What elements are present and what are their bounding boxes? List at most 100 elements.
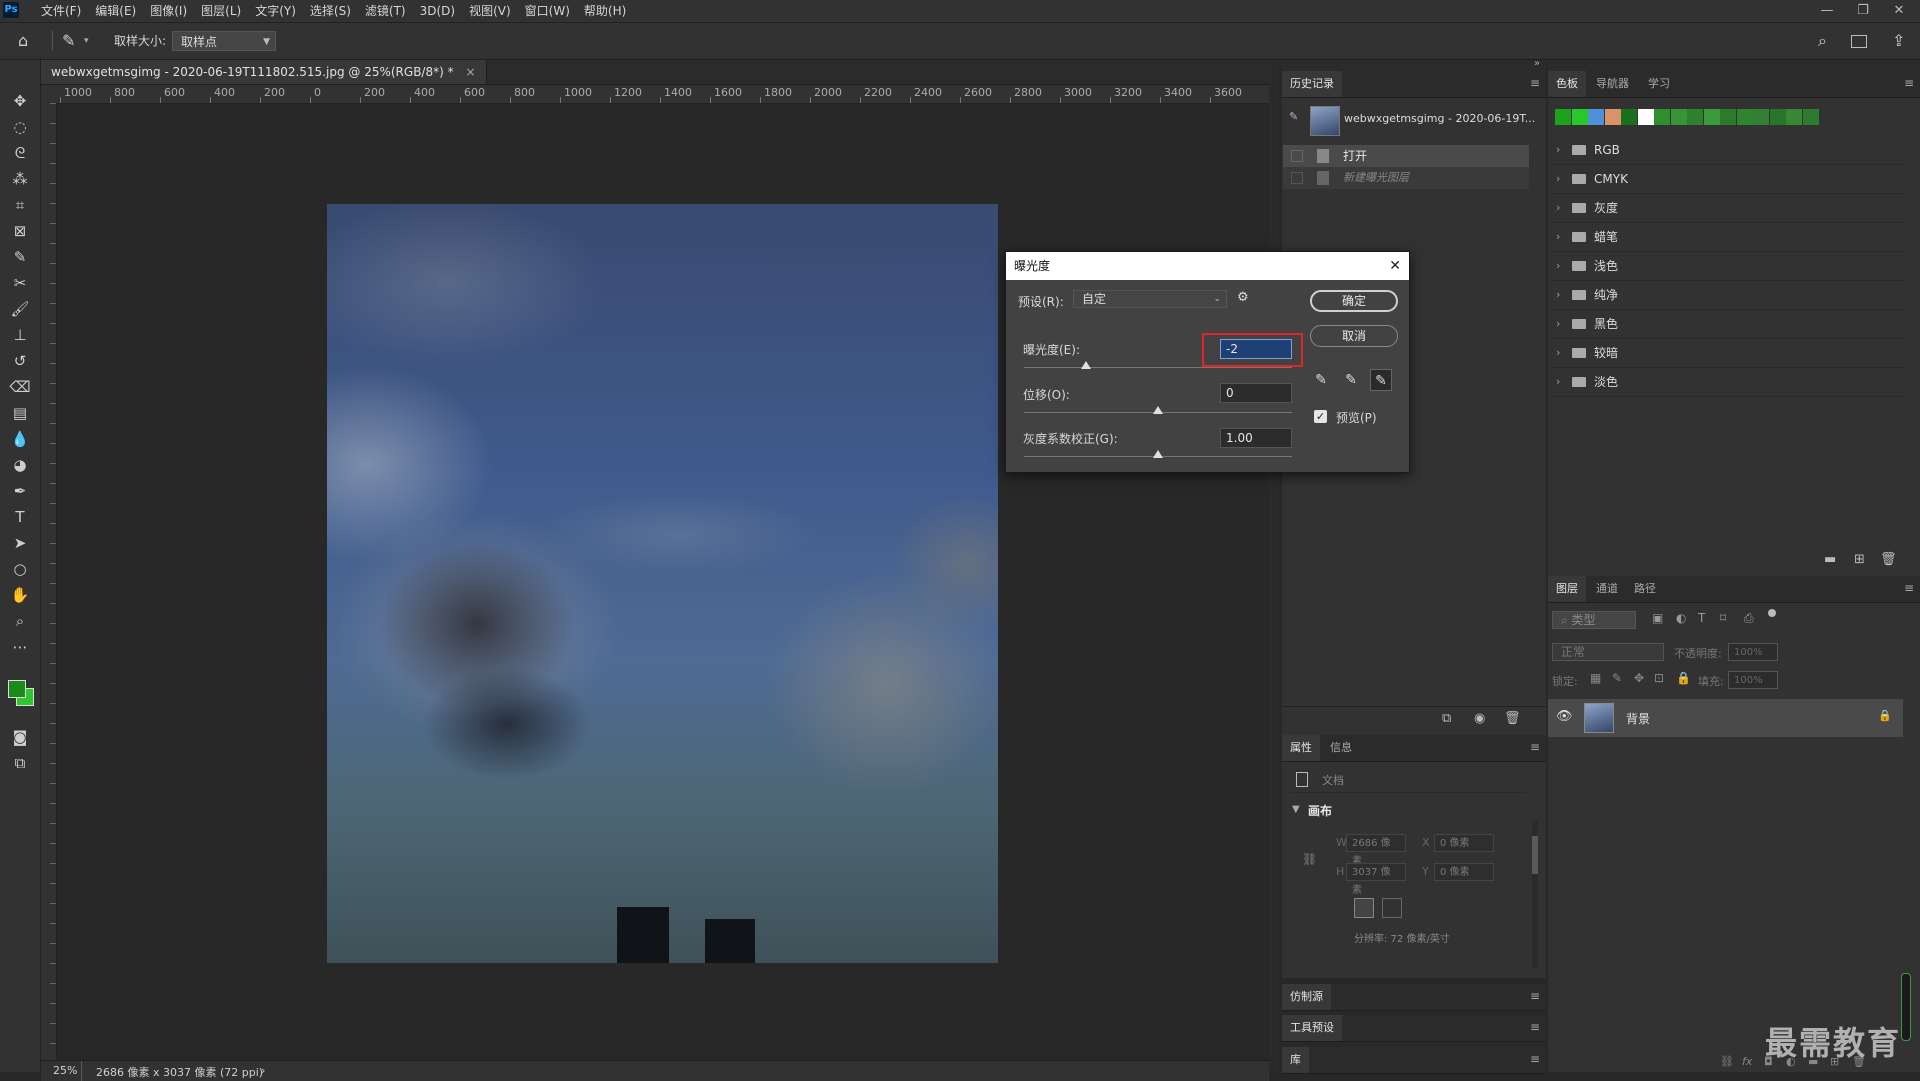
chevron-down-icon[interactable]: ▼ [1292,804,1300,815]
chevron-right-icon[interactable]: › [1556,368,1560,396]
swatch-folder-row[interactable]: › 蜡笔 [1550,223,1905,252]
swatch-folder-row[interactable]: › 淡色 [1550,368,1905,397]
menu-item[interactable]: 选择(S) [303,0,358,22]
color-swatch[interactable] [1687,109,1703,125]
scroll-indicator[interactable] [1901,973,1911,1041]
tab-paths[interactable]: 路径 [1626,576,1664,602]
color-swatch[interactable] [1555,109,1571,125]
color-swatch[interactable] [1720,109,1736,125]
tab-channels[interactable]: 通道 [1588,576,1626,602]
swatch-folder-row[interactable]: › CMYK [1550,165,1905,194]
magic-wand-tool-icon[interactable]: ⁂ [8,168,32,190]
color-swatch[interactable] [1604,109,1621,125]
width-field[interactable]: 2686 像素 [1346,834,1406,867]
tab-info[interactable]: 信息 [1322,735,1360,761]
panel-menu-icon[interactable]: ≡ [1530,76,1540,90]
opacity-field[interactable]: 100% [1728,643,1778,661]
frame-tool-icon[interactable]: ⊠ [8,220,32,242]
gear-icon[interactable]: ⚙ [1237,290,1249,305]
document-tab[interactable]: webwxgetmsgimg - 2020-06-19T111802.515.j… [41,60,487,84]
x-field[interactable]: 0 像素 [1434,834,1494,852]
offset-input[interactable]: 0 [1220,383,1292,403]
height-field[interactable]: 3037 像素 [1346,863,1406,896]
layer-filter-dropdown[interactable]: ⌕ 类型 [1552,611,1636,629]
tab-navigator[interactable]: 导航器 [1588,71,1637,97]
landscape-orientation-icon[interactable] [1382,898,1402,918]
type-layer-filter-icon[interactable]: T [1698,611,1705,625]
swatch-folder-row[interactable]: › 灰度 [1550,194,1905,223]
tab-properties[interactable]: 属性 [1282,735,1320,761]
swatch-folder-row[interactable]: › 纯净 [1550,281,1905,310]
tab-history[interactable]: 历史记录 [1282,71,1342,97]
eraser-tool-icon[interactable]: ⌫ [8,376,32,398]
color-swatch[interactable] [1736,109,1753,125]
chevron-right-icon[interactable]: › [1556,252,1560,280]
tab-tool-presets[interactable]: 工具预设 [1282,1015,1342,1041]
ok-button[interactable]: 确定 [1310,290,1398,312]
y-field[interactable]: 0 像素 [1434,863,1494,881]
clone-stamp-tool-icon[interactable]: ⊥ [8,324,32,346]
pixel-layer-filter-icon[interactable]: ▣ [1652,611,1663,625]
minimize-button[interactable]: — [1810,0,1844,22]
layer-name[interactable]: 背景 [1626,710,1650,727]
color-swatch[interactable] [1654,109,1670,125]
history-item-open[interactable]: 打开 [1283,145,1529,167]
hand-tool-icon[interactable]: ✋ [8,584,32,606]
history-item-new-exposure[interactable]: 新建曝光图层 [1283,167,1529,189]
history-checkbox[interactable] [1291,172,1303,184]
healing-brush-tool-icon[interactable]: ✂ [8,272,32,294]
panel-menu-icon[interactable]: ≡ [1530,989,1540,1003]
smart-object-filter-icon[interactable]: ⎙ [1744,611,1754,626]
type-tool-icon[interactable]: T [8,506,32,528]
color-swatch[interactable] [1703,109,1720,125]
chevron-right-icon[interactable]: › [1556,223,1560,251]
close-icon[interactable]: ✕ [1389,252,1401,280]
brush-tool-icon[interactable]: 🖌 [8,298,32,320]
swatch-folder-row[interactable]: › 较暗 [1550,339,1905,368]
link-icon[interactable]: ⛓ [1302,852,1317,866]
chevron-right-icon[interactable]: › [1556,281,1560,309]
history-checkbox[interactable] [1291,150,1303,162]
crop-tool-icon[interactable]: ⌗ [8,194,32,216]
menu-item[interactable]: 视图(V) [462,0,518,22]
marquee-tool-icon[interactable]: ◌ [8,116,32,138]
lock-position-icon[interactable]: ✥ [1634,671,1644,685]
history-brush-source-icon[interactable]: ✎ [1289,110,1303,124]
color-swatch[interactable] [1753,109,1769,125]
chevron-right-icon[interactable]: › [1556,136,1560,164]
status-menu-arrow-icon[interactable]: › [261,1064,265,1077]
eyedropper-tool-preset-icon[interactable]: ✎ [62,23,75,59]
menu-item[interactable]: 3D(D) [413,0,462,22]
more-tools-icon[interactable]: ⋯ [8,636,32,658]
black-point-eyedropper-icon[interactable]: ✎ [1310,369,1332,391]
panel-menu-icon[interactable]: ≡ [1904,76,1914,90]
dodge-tool-icon[interactable]: ◕ [8,454,32,476]
gamma-slider-thumb[interactable] [1153,450,1163,458]
canvas-vertical-scrollbar[interactable] [1269,60,1279,1072]
chevron-right-icon[interactable]: › [1556,310,1560,338]
eye-icon[interactable]: 👁 [1556,709,1573,724]
swatch-folder-row[interactable]: › RGB [1550,136,1905,165]
lock-transparent-icon[interactable]: ▦ [1590,671,1601,685]
menu-item[interactable]: 窗口(W) [518,0,577,22]
lock-all-icon[interactable]: 🔒 [1676,671,1691,685]
blur-tool-icon[interactable]: 💧 [8,428,32,450]
layer-row[interactable]: 👁 背景 🔒 [1548,699,1903,737]
lock-pixels-icon[interactable]: ✎ [1612,671,1622,685]
panel-menu-icon[interactable]: ≡ [1530,740,1540,754]
menu-item[interactable]: 帮助(H) [577,0,633,22]
tab-close-icon[interactable]: × [465,65,475,79]
add-icon[interactable]: ⊞ [1854,552,1865,567]
tab-swatches[interactable]: 色板 [1548,71,1586,97]
shape-layer-filter-icon[interactable]: ⌑ [1720,611,1726,625]
screen-mode-icon[interactable]: ⧉ [8,752,32,774]
gray-point-eyedropper-icon[interactable]: ✎ [1340,369,1362,391]
menu-item[interactable]: 文件(F) [34,0,88,22]
collapse-icon[interactable]: » [1534,58,1540,69]
exposure-slider-track[interactable] [1024,367,1292,368]
camera-icon[interactable]: ◉ [1474,711,1485,726]
white-point-eyedropper-icon[interactable]: ✎ [1370,369,1392,391]
chevron-right-icon[interactable]: › [1556,194,1560,222]
filter-toggle-icon[interactable] [1768,609,1776,617]
panel-menu-icon[interactable]: ≡ [1904,581,1914,595]
